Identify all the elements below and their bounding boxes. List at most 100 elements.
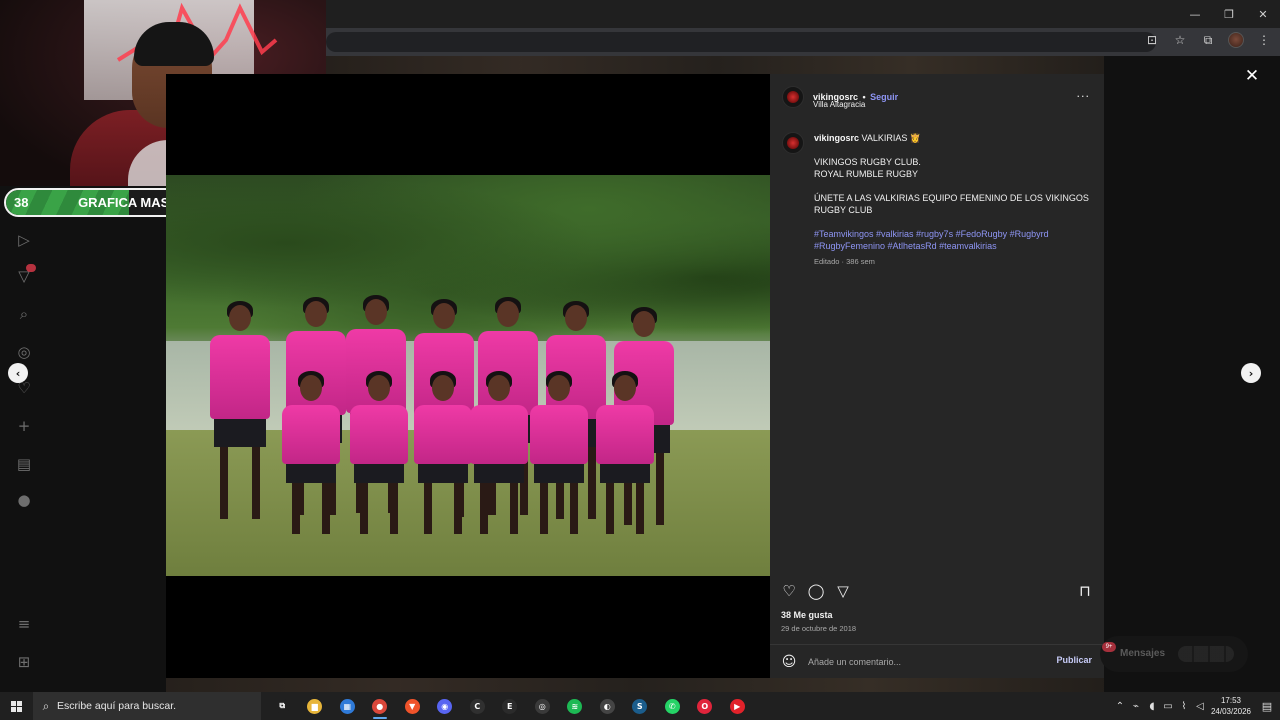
caption-line: VIKINGOS RUGBY CLUB.	[814, 157, 921, 167]
post-detail-panel: vikingosrc • Seguir Villa Altagracia ···…	[770, 74, 1104, 678]
team-player	[414, 371, 472, 537]
messages-button[interactable]: 9+ Mensajes	[1100, 636, 1248, 672]
cortana-icon[interactable]: C	[461, 692, 494, 720]
next-post-button[interactable]: ›	[1241, 363, 1261, 383]
team-player	[530, 371, 588, 537]
caption-avatar[interactable]	[782, 132, 804, 154]
steam-icon-glyph: S	[632, 698, 648, 714]
follow-button[interactable]: Seguir	[870, 92, 898, 102]
share-icon[interactable]: ▽	[834, 582, 852, 600]
epic-games-icon[interactable]: E	[494, 692, 527, 720]
close-window-button[interactable]: ✕	[1246, 0, 1280, 28]
system-tray: ⌃ ⌁ ◖ ▭ ⌇ ◁ 17:53 24/03/2026 ▤	[1112, 692, 1280, 720]
create-icon[interactable]: +	[14, 416, 34, 436]
start-button[interactable]	[0, 692, 32, 720]
comment-bar: ☺ Publicar	[770, 644, 1104, 678]
install-icon[interactable]: ⊡	[1144, 32, 1160, 48]
profile-avatar[interactable]	[1228, 32, 1244, 48]
caption-username[interactable]: vikingosrc	[814, 133, 859, 143]
menu-icon[interactable]: ≡	[14, 614, 34, 634]
youtube-icon-glyph: ▶	[729, 698, 745, 714]
team-player	[350, 371, 408, 537]
caption-emoji: 👸	[909, 133, 922, 143]
obs-studio-icon-glyph: ◐	[599, 698, 615, 714]
author-avatar[interactable]	[782, 86, 804, 108]
store-icon[interactable]: ▦	[331, 692, 364, 720]
post-photo[interactable]	[166, 175, 770, 576]
vikingos-logo-icon	[787, 91, 799, 103]
store-icon-glyph: ▦	[339, 698, 355, 714]
likes-count[interactable]: 38 Me gusta	[781, 610, 833, 620]
cortana-icon-glyph: C	[469, 698, 485, 714]
chrome-icon-glyph: ●	[372, 698, 388, 714]
caption-line: ROYAL RUMBLE RUGBY	[814, 169, 919, 179]
whatsapp-icon[interactable]: ✆	[656, 692, 689, 720]
background-feed-strip-bottom	[166, 677, 1104, 692]
star-icon[interactable]: ☆	[1172, 32, 1188, 48]
post-location[interactable]: Villa Altagracia	[813, 100, 865, 109]
whatsapp-icon-glyph: ✆	[664, 698, 680, 714]
notifications-icon[interactable]: ▤	[1254, 700, 1280, 713]
dashboard-icon[interactable]: ▤	[14, 454, 34, 474]
discord-icon[interactable]: ◉	[429, 692, 462, 720]
caption-hashtags[interactable]: #Teamvikingos #valkirias #rugby7s #FedoR…	[814, 228, 1094, 252]
background-feed-strip	[326, 56, 1106, 74]
minimize-button[interactable]: —	[1178, 0, 1212, 28]
battery-icon[interactable]: ▭	[1160, 701, 1176, 712]
spotify-icon[interactable]: ≋	[559, 692, 592, 720]
post-media[interactable]	[166, 74, 770, 678]
clock-time: 17:53	[1220, 696, 1242, 705]
network-icon[interactable]: ⌇	[1176, 701, 1192, 712]
restore-button[interactable]: ❐	[1212, 0, 1246, 28]
profile-icon[interactable]: ●	[14, 490, 34, 510]
opera-icon-glyph: O	[697, 698, 713, 714]
like-icon[interactable]: ♡	[780, 582, 798, 600]
windows-taskbar: ⌕ Escribe aquí para buscar. ⧉ ▆ ▦ ● ▼ ◉ C E ◎ ≋ ◐ S…	[0, 692, 1280, 720]
publish-button[interactable]: Publicar	[1056, 655, 1092, 665]
steam-icon[interactable]: S	[624, 692, 657, 720]
menu-icon[interactable]: ⋮	[1256, 32, 1272, 48]
search-icon: ⌕	[42, 698, 50, 713]
team-player	[470, 371, 528, 537]
file-explorer-icon[interactable]: ▆	[299, 692, 332, 720]
task-view-icon[interactable]: ⧉	[266, 692, 299, 720]
save-bookmark-icon[interactable]: ⊓	[1076, 582, 1094, 600]
brave-icon[interactable]: ▼	[396, 692, 429, 720]
opera-icon[interactable]: O	[689, 692, 722, 720]
notification-badge	[26, 264, 36, 272]
extensions-icon[interactable]: ⧉	[1200, 32, 1216, 48]
close-modal-icon[interactable]: ✕	[1242, 66, 1262, 86]
caption-title: VALKIRIAS	[861, 133, 908, 143]
emoji-icon[interactable]: ☺	[780, 653, 798, 671]
volume-icon[interactable]: ◁	[1192, 701, 1208, 712]
taskbar-search[interactable]: ⌕ Escribe aquí para buscar.	[33, 692, 261, 720]
taskbar-clock[interactable]: 17:53 24/03/2026	[1208, 695, 1254, 717]
youtube-icon[interactable]: ▶	[721, 692, 754, 720]
address-bar[interactable]	[326, 32, 1156, 52]
messages-label: Mensajes	[1120, 648, 1166, 659]
obs-icon-glyph: ◎	[534, 698, 550, 714]
chevron-up-icon[interactable]: ⌃	[1112, 701, 1128, 712]
filter-icon[interactable]: ▽	[14, 264, 36, 286]
threads-icon[interactable]: ⊞	[14, 652, 34, 672]
post-header: vikingosrc • Seguir Villa Altagracia ···	[770, 74, 1104, 120]
reels-icon[interactable]: ▷	[14, 230, 34, 250]
usb-icon[interactable]: ⌁	[1128, 701, 1144, 712]
microphone-icon[interactable]: ◖	[1144, 701, 1160, 712]
clock-date: 24/03/2026	[1210, 707, 1252, 716]
previous-post-button[interactable]: ‹	[8, 363, 28, 383]
edited-label: Editado · 386 sem	[814, 257, 875, 266]
more-options-icon[interactable]: ···	[1077, 90, 1091, 103]
explore-icon[interactable]: ◎	[14, 342, 34, 362]
comment-icon[interactable]: ◯	[807, 582, 825, 600]
taskbar-apps: ⧉ ▆ ▦ ● ▼ ◉ C E ◎ ≋ ◐ S ✆ O ▶	[266, 692, 754, 720]
message-avatars	[1178, 646, 1234, 662]
windows-logo-icon	[10, 700, 22, 712]
obs-icon[interactable]: ◎	[526, 692, 559, 720]
obs-studio-icon[interactable]: ◐	[591, 692, 624, 720]
task-view-icon-glyph: ⧉	[274, 698, 290, 714]
chrome-icon[interactable]: ●	[364, 692, 397, 720]
search-icon[interactable]: ⌕	[14, 304, 34, 324]
messages-badge: 9+	[1102, 642, 1116, 652]
comment-input[interactable]	[808, 655, 1028, 669]
